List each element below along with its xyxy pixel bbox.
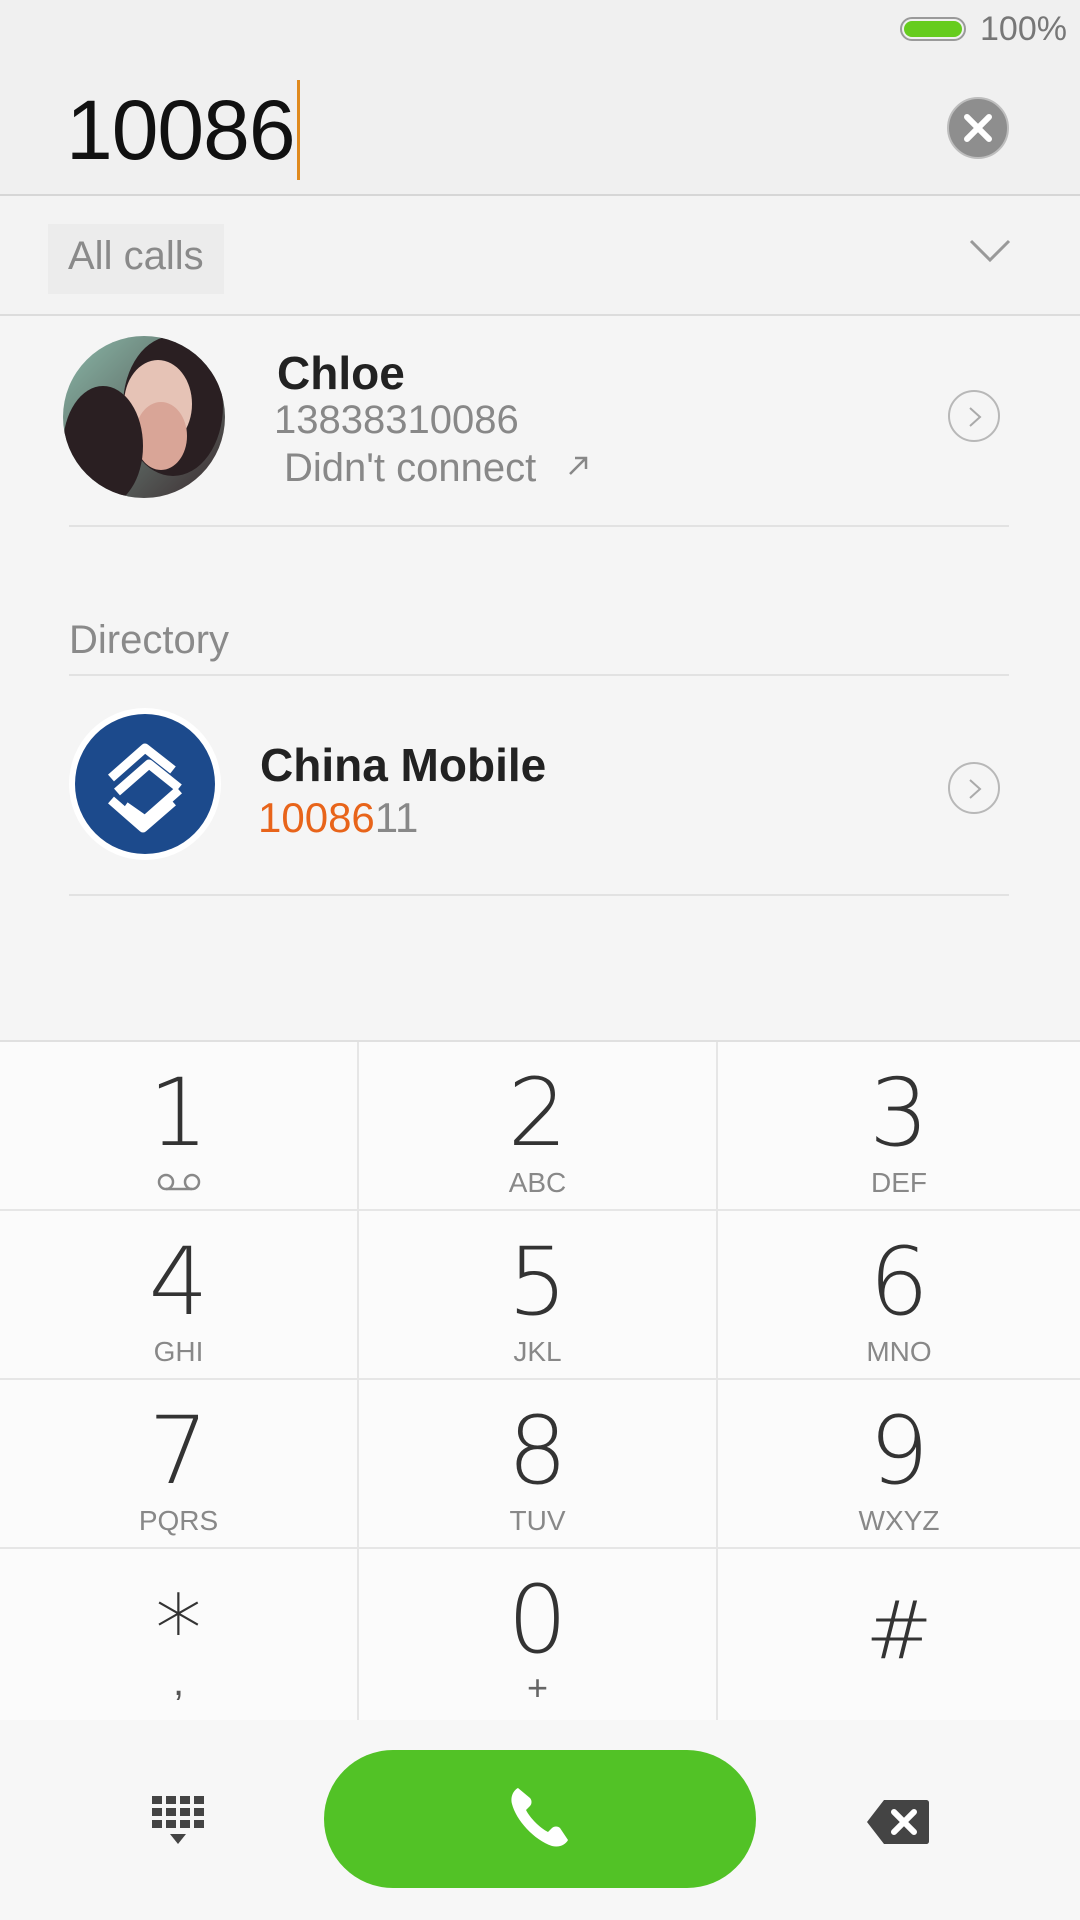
call-log-item[interactable]: Chloe 13838310086 Didn't connect <box>0 316 1080 526</box>
chevron-down-icon[interactable] <box>968 238 1012 264</box>
key-letters: GHI <box>153 1336 204 1367</box>
dial-keypad: 1 2 ABC 3 DEF 4 GHI 5 JKL 6 MNO 7 PQRS 8… <box>0 1040 1080 1722</box>
key-digit: 4 <box>148 1228 209 1337</box>
battery-icon <box>900 17 966 41</box>
call-status: Didn't connect <box>284 446 537 490</box>
key-star[interactable]: * , <box>0 1549 359 1722</box>
key-letters: + <box>526 1667 549 1708</box>
key-7[interactable]: 7 PQRS <box>0 1380 359 1549</box>
backspace-icon[interactable] <box>866 1798 930 1846</box>
key-digit: 7 <box>148 1397 209 1506</box>
key-3[interactable]: 3 DEF <box>718 1042 1080 1211</box>
key-digit: 9 <box>869 1397 929 1506</box>
key-digit: 1 <box>148 1059 209 1168</box>
key-letters: JKL <box>513 1336 562 1367</box>
text-caret <box>296 80 300 180</box>
clear-number-button[interactable] <box>947 97 1009 159</box>
key-hash[interactable]: # <box>718 1549 1080 1722</box>
key-4[interactable]: 4 GHI <box>0 1211 359 1380</box>
contact-name: Chloe <box>277 347 405 399</box>
chevron-right-icon <box>969 407 982 427</box>
key-digit: # <box>865 1584 933 1677</box>
key-letters: PQRS <box>138 1505 219 1536</box>
key-digit: 8 <box>507 1397 568 1506</box>
key-letters: MNO <box>866 1336 932 1367</box>
key-1[interactable]: 1 <box>0 1042 359 1211</box>
key-letters: DEF <box>871 1167 927 1198</box>
voicemail-icon <box>157 1173 201 1191</box>
contact-number: 13838310086 <box>274 398 519 442</box>
key-digit: 2 <box>507 1059 568 1168</box>
directory-title: Directory <box>69 618 230 662</box>
divider <box>69 894 1009 896</box>
dialer-action-bar <box>0 1720 1080 1920</box>
key-letters: TUV <box>509 1505 566 1536</box>
key-letters: ABC <box>508 1167 567 1198</box>
key-digit: 6 <box>869 1228 929 1337</box>
dial-header: 10086 <box>0 60 1080 196</box>
status-bar: 100% <box>0 0 1080 60</box>
key-8[interactable]: 8 TUV <box>359 1380 718 1549</box>
dialed-number: 10086 <box>66 83 296 177</box>
call-filter-row[interactable]: All calls <box>0 196 1080 316</box>
key-6[interactable]: 6 MNO <box>718 1211 1080 1380</box>
call-button[interactable] <box>324 1750 756 1888</box>
battery-percent: 100% <box>980 10 1067 48</box>
key-9[interactable]: 9 WXYZ <box>718 1380 1080 1549</box>
key-letters: , <box>172 1660 185 1704</box>
close-icon <box>964 114 992 142</box>
key-digit: 3 <box>869 1059 929 1168</box>
divider <box>69 525 1009 527</box>
key-5[interactable]: 5 JKL <box>359 1211 718 1380</box>
china-mobile-logo <box>69 708 221 860</box>
directory-number: 1008611 <box>258 794 418 842</box>
outgoing-arrow-icon <box>569 456 588 475</box>
dialed-number-field[interactable]: 10086 <box>66 80 300 180</box>
key-2[interactable]: 2 ABC <box>359 1042 718 1211</box>
directory-name: China Mobile <box>260 739 547 791</box>
key-letters: WXYZ <box>858 1505 940 1536</box>
number-rest: 11 <box>374 794 419 841</box>
directory-details-button[interactable] <box>948 762 1000 814</box>
avatar <box>63 336 225 498</box>
phone-icon <box>511 1788 568 1847</box>
key-0[interactable]: 0 + <box>359 1549 718 1722</box>
key-digit: 5 <box>507 1228 568 1337</box>
contact-details-button[interactable] <box>948 390 1000 442</box>
call-filter-label[interactable]: All calls <box>48 224 224 294</box>
chevron-right-icon <box>969 779 982 799</box>
keypad-toggle-icon[interactable] <box>152 1796 206 1848</box>
key-digit: 0 <box>507 1566 568 1675</box>
number-match: 10086 <box>258 794 375 841</box>
directory-item[interactable]: China Mobile 1008611 <box>0 676 1080 894</box>
